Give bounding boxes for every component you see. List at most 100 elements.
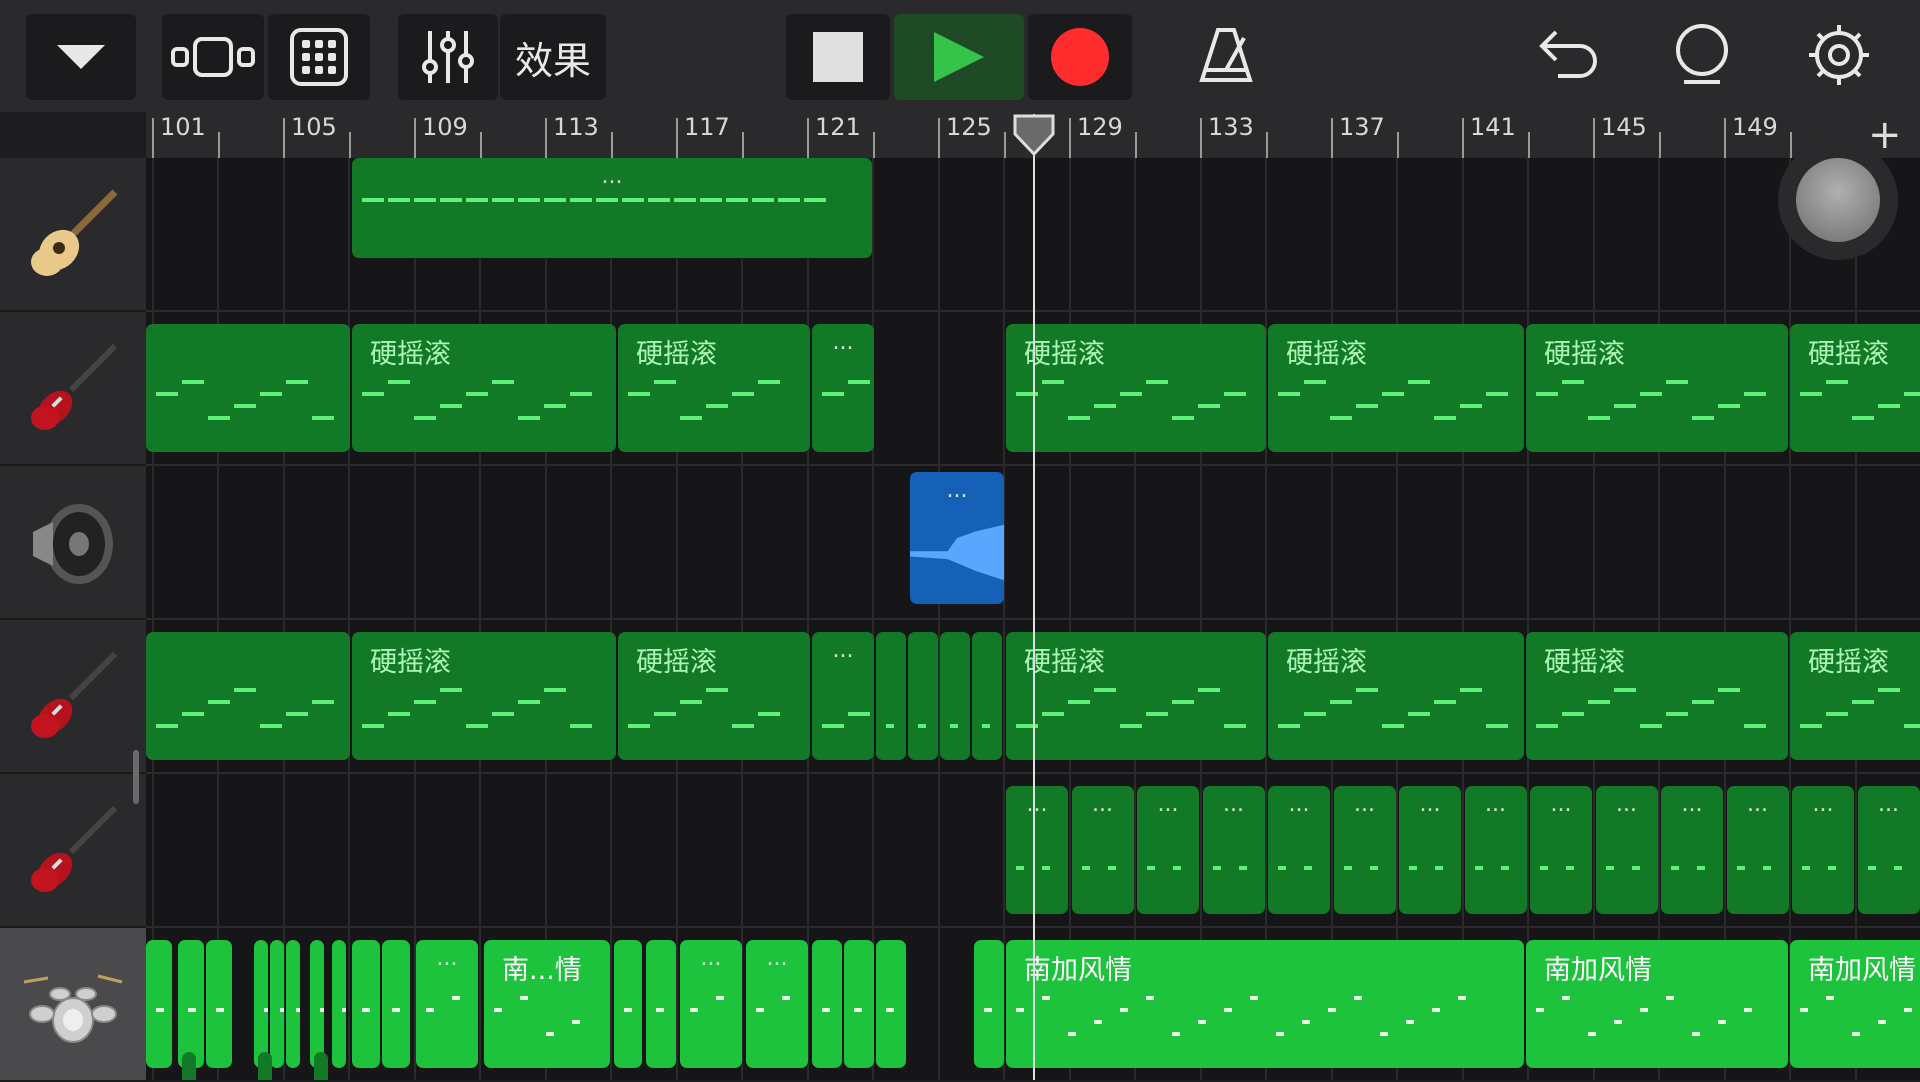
region-hard-rock[interactable]: 硬摇滚: [352, 632, 616, 760]
settings-button[interactable]: [1806, 22, 1872, 92]
region-hard-rock[interactable]: 硬摇滚: [352, 324, 616, 452]
region-drums[interactable]: [812, 940, 842, 1068]
region-guitar-loop[interactable]: ...: [1202, 786, 1265, 914]
ruler-bar-number: 105: [291, 113, 337, 141]
region-drums[interactable]: [352, 940, 380, 1068]
region-drums[interactable]: [310, 940, 324, 1068]
midi-note: [756, 1008, 764, 1012]
undo-button[interactable]: [1536, 24, 1598, 88]
region-drums[interactable]: [270, 940, 284, 1068]
region-drums[interactable]: [286, 940, 300, 1068]
region-drums[interactable]: ...: [416, 940, 478, 1068]
region-drums[interactable]: [646, 940, 676, 1068]
region-drums[interactable]: [974, 940, 1004, 1068]
region-partial[interactable]: [314, 1052, 328, 1080]
midi-note: [1867, 866, 1876, 870]
region-drums[interactable]: ...: [746, 940, 808, 1068]
midi-note: [466, 198, 488, 202]
region-guitar-loop[interactable]: ...: [1661, 786, 1723, 914]
midi-note: [1409, 866, 1417, 870]
region-hard-rock[interactable]: 硬摇滚: [1790, 632, 1920, 760]
assistive-touch-button[interactable]: [1778, 140, 1898, 260]
region-drums[interactable]: [844, 940, 874, 1068]
region-audio[interactable]: ...: [910, 472, 1004, 604]
region-drums[interactable]: [614, 940, 642, 1068]
midi-note: [1474, 866, 1483, 870]
midi-note: [918, 724, 926, 728]
region-guitar-loop[interactable]: ...: [1333, 786, 1396, 914]
effects-button[interactable]: 效果: [500, 14, 606, 100]
region-drums[interactable]: [382, 940, 410, 1068]
region-hard-rock[interactable]: 硬摇滚: [618, 324, 810, 452]
region-southern-california[interactable]: 南加风情: [1006, 940, 1524, 1068]
region-hard-rock[interactable]: 硬摇滚: [1790, 324, 1920, 452]
region-guitar[interactable]: [972, 632, 1002, 760]
track-scrollbar[interactable]: [133, 750, 139, 804]
track-view-button[interactable]: [162, 14, 264, 100]
region-drums[interactable]: ...: [680, 940, 742, 1068]
region-drums[interactable]: [876, 940, 906, 1068]
region-partial[interactable]: [182, 1052, 196, 1080]
midi-note: [1562, 712, 1584, 716]
stop-button[interactable]: [786, 14, 890, 100]
track-header-drums[interactable]: [0, 928, 146, 1082]
track-header-electric-guitar-3[interactable]: [0, 774, 146, 928]
midi-note: [1304, 866, 1312, 870]
record-button[interactable]: [1028, 14, 1132, 100]
region-southern-california[interactable]: 南...情: [484, 940, 610, 1068]
loop-browser-button[interactable]: [1670, 22, 1734, 90]
region-southern-california[interactable]: 南加风情: [1790, 940, 1920, 1068]
metronome-button[interactable]: [1196, 24, 1256, 88]
region-guitar[interactable]: ...: [812, 632, 874, 760]
region-guitar[interactable]: [940, 632, 970, 760]
region-acoustic[interactable]: ...: [352, 158, 872, 258]
region-southern-california[interactable]: 南加风情: [1526, 940, 1788, 1068]
region-drums[interactable]: [146, 940, 172, 1068]
region-partial[interactable]: [258, 1052, 272, 1080]
region-guitar[interactable]: [876, 632, 906, 760]
track-header-electric-guitar-2[interactable]: [0, 620, 146, 774]
stop-icon: [813, 32, 863, 82]
tracks-menu-button[interactable]: [26, 14, 136, 100]
midi-note: [544, 404, 566, 408]
midi-note: [1434, 416, 1456, 420]
track-header-acoustic-guitar[interactable]: [0, 158, 146, 312]
midi-note: [280, 1008, 284, 1012]
region-hard-rock[interactable]: 硬摇滚: [618, 632, 810, 760]
region-hard-rock[interactable]: 硬摇滚: [1268, 632, 1524, 760]
region-guitar-loop[interactable]: ...: [1595, 786, 1658, 914]
midi-note: [1382, 392, 1404, 396]
live-loops-button[interactable]: [268, 14, 370, 100]
region-hard-rock[interactable]: 硬摇滚: [1006, 324, 1266, 452]
region-drums[interactable]: [254, 940, 268, 1068]
region-guitar-loop[interactable]: ...: [1137, 786, 1199, 914]
region-guitar-loop[interactable]: ...: [1857, 786, 1920, 914]
region-drums[interactable]: [206, 940, 232, 1068]
region-hard-rock[interactable]: 硬摇滚: [1006, 632, 1266, 760]
region-guitar[interactable]: [146, 632, 350, 760]
track-header-audio-recorder[interactable]: [0, 466, 146, 620]
toolbar: 效果: [0, 0, 1920, 112]
region-guitar[interactable]: [908, 632, 938, 760]
region-guitar-loop[interactable]: ...: [1006, 786, 1068, 914]
track-header-electric-guitar-1[interactable]: [0, 312, 146, 466]
region-hard-rock[interactable]: 硬摇滚: [1526, 632, 1788, 760]
region-drums[interactable]: [332, 940, 346, 1068]
region-drums[interactable]: [178, 940, 204, 1068]
ruler-bar-number: 113: [553, 113, 599, 141]
region-guitar[interactable]: ...: [812, 324, 874, 452]
region-guitar-loop[interactable]: ...: [1268, 786, 1330, 914]
region-guitar-loop[interactable]: ...: [1071, 786, 1134, 914]
ruler-minor-tick: [217, 132, 220, 158]
region-hard-rock[interactable]: 硬摇滚: [1526, 324, 1788, 452]
playhead-handle[interactable]: [1013, 114, 1055, 160]
region-guitar-loop[interactable]: ...: [1792, 786, 1854, 914]
region-guitar-loop[interactable]: ...: [1399, 786, 1461, 914]
mixer-button[interactable]: [398, 14, 498, 100]
region-hard-rock[interactable]: 硬摇滚: [1268, 324, 1524, 452]
region-guitar-loop[interactable]: ...: [1464, 786, 1527, 914]
region-guitar[interactable]: [146, 324, 350, 452]
region-guitar-loop[interactable]: ...: [1726, 786, 1789, 914]
region-guitar-loop[interactable]: ...: [1530, 786, 1592, 914]
play-button[interactable]: [894, 14, 1024, 100]
